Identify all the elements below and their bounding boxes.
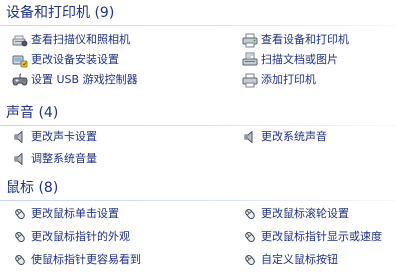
link-scan-document-picture[interactable]: 扫描文档或图片 — [242, 51, 338, 69]
link-view-devices-printers[interactable]: 查看设备和打印机 — [242, 31, 349, 49]
link-label: 更改鼠标指针显示或速度 — [261, 230, 382, 243]
link-label: 设置 USB 游戏控制器 — [31, 73, 138, 86]
group-title-mouse: 鼠标 (8) — [6, 180, 59, 196]
scanner-camera-icon — [12, 32, 28, 48]
game-controller-icon — [12, 72, 28, 88]
link-view-scanners-cameras[interactable]: 查看扫描仪和照相机 — [12, 31, 130, 49]
speaker-icon — [12, 151, 28, 167]
group-title-sound: 声音 (4) — [6, 105, 59, 121]
link-make-mouse-pointer-easier-to-see[interactable]: 使鼠标指针更容易看到 — [12, 251, 141, 269]
group-header-devices-printers: 设备和打印机 (9) — [0, 4, 396, 26]
group-header-sound: 声音 (4) — [0, 104, 396, 126]
link-add-printer[interactable]: 添加打印机 — [242, 71, 316, 89]
add-printer-icon — [242, 72, 258, 88]
link-change-sound-card-settings[interactable]: 更改声卡设置 — [12, 128, 97, 146]
scan-document-icon — [242, 52, 258, 68]
link-label: 查看扫描仪和照相机 — [31, 33, 130, 46]
mouse-icon — [242, 229, 258, 245]
link-change-mouse-wheel-settings[interactable]: 更改鼠标滚轮设置 — [242, 205, 349, 223]
link-label: 更改鼠标单击设置 — [31, 207, 119, 220]
link-label: 自定义鼠标按钮 — [261, 253, 338, 266]
speaker-icon — [242, 129, 258, 145]
link-label: 使鼠标指针更容易看到 — [31, 253, 141, 266]
link-change-mouse-pointer-appearance[interactable]: 更改鼠标指针的外观 — [12, 228, 130, 246]
group-divider — [0, 125, 396, 126]
link-label: 更改设备安装设置 — [31, 53, 119, 66]
mouse-icon — [12, 252, 28, 268]
link-label: 更改鼠标滚轮设置 — [261, 207, 349, 220]
link-label: 扫描文档或图片 — [261, 53, 338, 66]
link-label: 查看设备和打印机 — [261, 33, 349, 46]
devices-printers-icon — [242, 32, 258, 48]
link-change-device-install-settings[interactable]: 更改设备安装设置 — [12, 51, 119, 69]
link-change-mouse-click-settings[interactable]: 更改鼠标单击设置 — [12, 205, 119, 223]
group-divider — [0, 200, 396, 201]
link-change-system-sounds[interactable]: 更改系统声音 — [242, 128, 327, 146]
link-label: 添加打印机 — [261, 73, 316, 86]
link-setup-usb-game-controller[interactable]: 设置 USB 游戏控制器 — [12, 71, 138, 89]
link-label: 调整系统音量 — [31, 152, 97, 165]
speaker-icon — [12, 129, 28, 145]
group-title-devices-printers: 设备和打印机 (9) — [6, 5, 115, 21]
mouse-icon — [12, 206, 28, 222]
link-label: 更改鼠标指针的外观 — [31, 230, 130, 243]
link-label: 更改声卡设置 — [31, 130, 97, 143]
device-install-settings-icon — [12, 52, 28, 68]
group-divider — [0, 25, 396, 26]
group-header-mouse: 鼠标 (8) — [0, 179, 396, 201]
mouse-icon — [242, 252, 258, 268]
link-change-mouse-pointer-display-speed[interactable]: 更改鼠标指针显示或速度 — [242, 228, 382, 246]
mouse-icon — [242, 206, 258, 222]
link-customize-mouse-buttons[interactable]: 自定义鼠标按钮 — [242, 251, 338, 269]
link-label: 更改系统声音 — [261, 130, 327, 143]
mouse-icon — [12, 229, 28, 245]
link-adjust-system-volume[interactable]: 调整系统音量 — [12, 150, 97, 168]
